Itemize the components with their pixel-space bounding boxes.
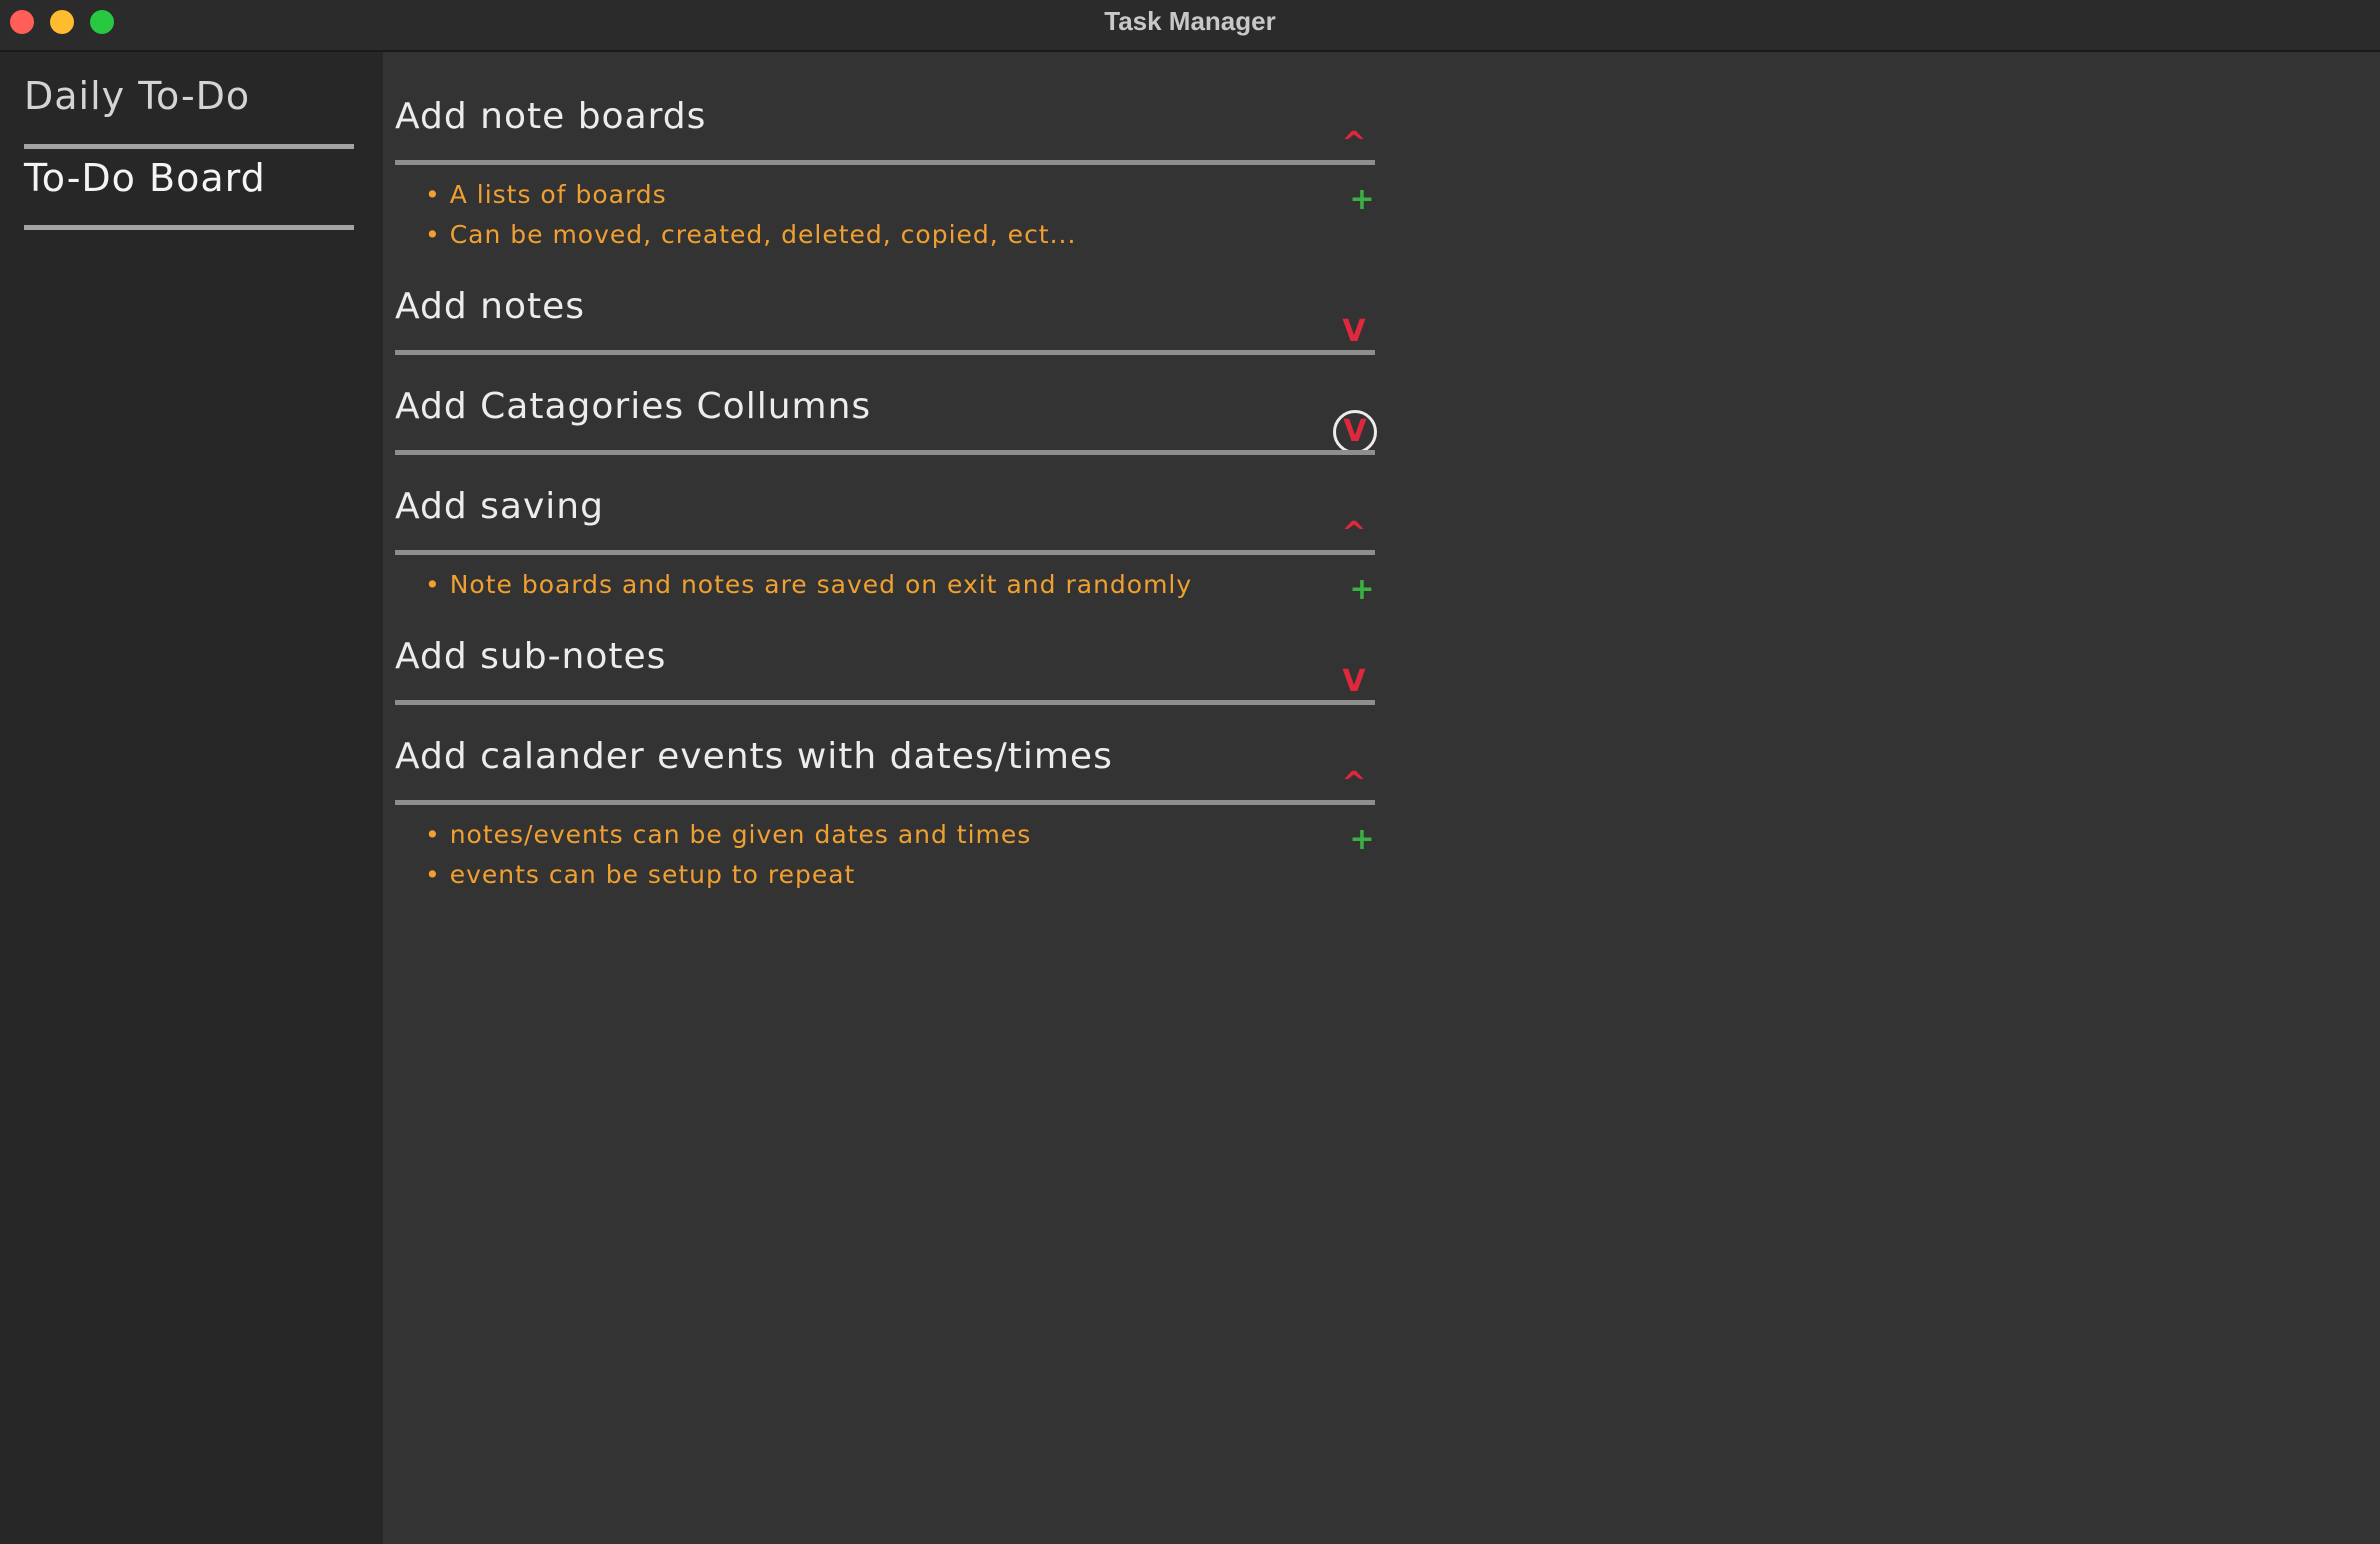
section-divider (395, 350, 1375, 355)
window-title: Task Manager (1104, 6, 1276, 36)
section-divider (395, 550, 1375, 555)
collapse-toggle-icon[interactable]: ^ (1334, 764, 1374, 804)
note-item[interactable]: • notes/events can be given dates and ti… (425, 820, 1031, 849)
todo-board: Add note boards ^ • A lists of boards + … (383, 52, 2380, 1544)
expand-toggle-icon[interactable]: V (1333, 410, 1377, 454)
section-divider (395, 800, 1375, 805)
note-item[interactable]: • events can be setup to repeat (425, 860, 855, 889)
add-note-icon[interactable]: + (1347, 572, 1377, 607)
section-title: Add Catagories Collumns (395, 386, 872, 427)
title-bar: Task Manager (0, 0, 2380, 52)
note-item[interactable]: • Note boards and notes are saved on exi… (425, 570, 1192, 599)
section-divider (395, 160, 1375, 165)
section-title: Add note boards (395, 96, 707, 137)
add-note-icon[interactable]: + (1347, 822, 1377, 857)
collapse-toggle-icon[interactable]: ^ (1334, 514, 1374, 554)
sidebar-item-label: Daily To-Do (24, 74, 251, 118)
sidebar-item-todo-board[interactable]: To-Do Board (24, 152, 354, 230)
note-item[interactable]: • Can be moved, created, deleted, copied… (425, 220, 1076, 249)
section-title: Add sub-notes (395, 636, 667, 677)
sidebar-item-daily-todo[interactable]: Daily To-Do (24, 74, 354, 149)
app-window: Task Manager Daily To-Do To-Do Board Add… (0, 0, 2380, 1544)
section-title: Add calander events with dates/times (395, 736, 1113, 777)
expand-toggle-icon[interactable]: V (1334, 312, 1374, 352)
collapse-toggle-icon[interactable]: ^ (1334, 124, 1374, 164)
section-divider (395, 450, 1375, 455)
note-item[interactable]: • A lists of boards (425, 180, 667, 209)
sidebar: Daily To-Do To-Do Board (0, 52, 383, 1544)
add-note-icon[interactable]: + (1347, 182, 1377, 217)
expand-toggle-icon[interactable]: V (1334, 662, 1374, 702)
section-title: Add notes (395, 286, 586, 327)
sidebar-item-label: To-Do Board (24, 156, 266, 200)
section-title: Add saving (395, 486, 604, 527)
section-divider (395, 700, 1375, 705)
